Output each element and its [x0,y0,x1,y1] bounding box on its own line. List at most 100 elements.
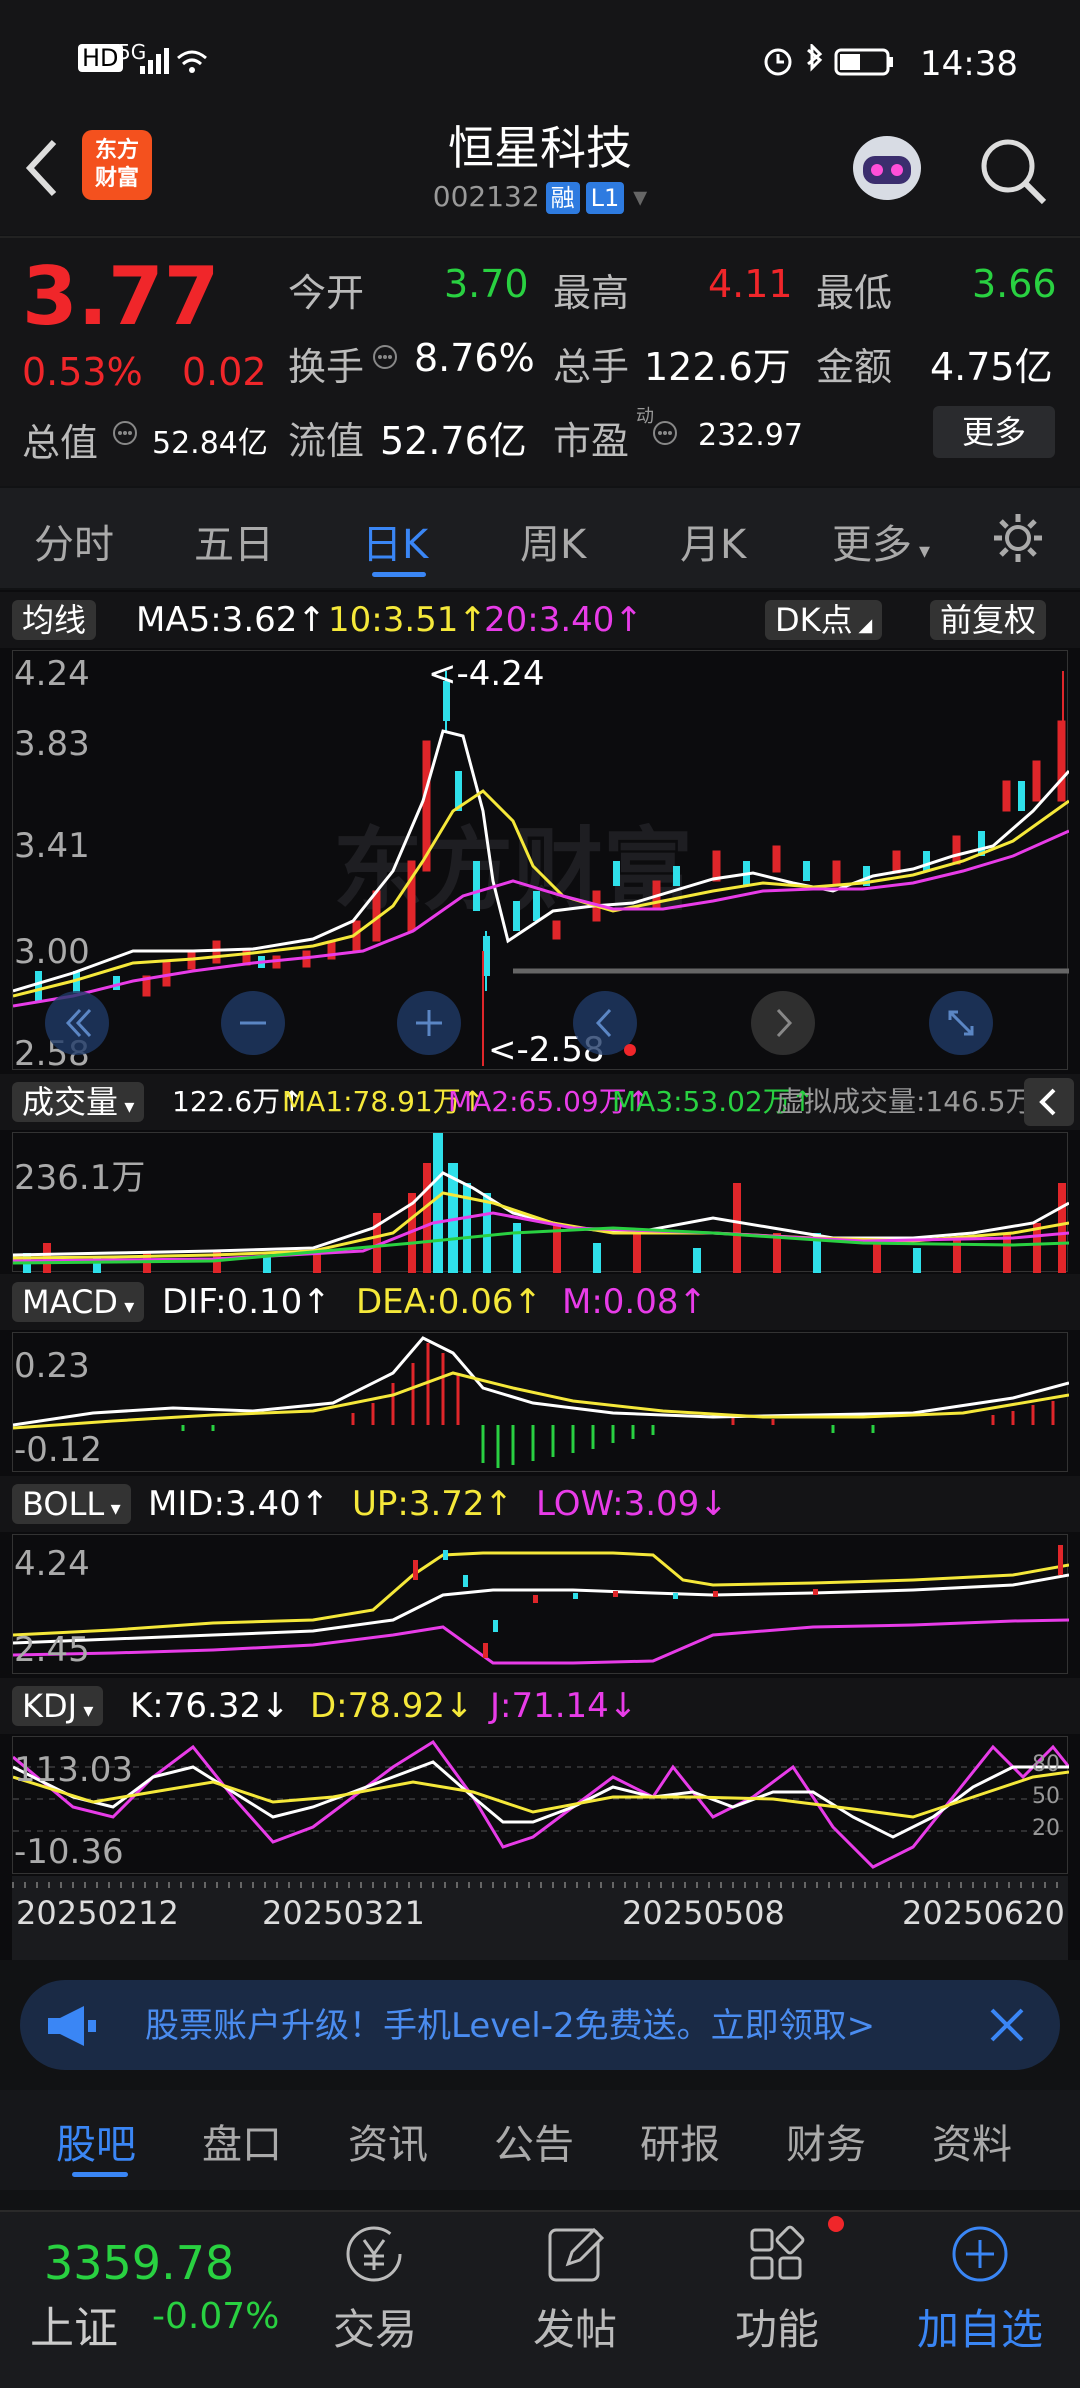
post-button-label[interactable]: 发帖 [500,2296,650,2357]
volume-indicator-button[interactable]: 成交量 ▾ [12,1082,145,1122]
kline-chart: 东方财富 [12,671,1071,1066]
kdj-gridline-80: 80 [1032,1752,1060,1777]
macd-legend-row: MACD ▾ DIF:0.10↑ DEA:0.06↑ M:0.08↑ [0,1274,1080,1330]
kdj-y-max: 113.03 [14,1750,133,1790]
add-watchlist-icon[interactable] [948,2222,1012,2286]
date-label: 20250508 [622,1894,785,1932]
kline-y-3: 3.41 [14,826,90,866]
kdj-indicator-button[interactable]: KDJ ▾ [12,1686,104,1726]
date-label: 20250620 [902,1894,1065,1932]
kdj-k: K:76.32↓ [130,1686,290,1726]
tab-more[interactable]: 更多 ▾ [832,512,930,570]
stock-code: 002132 [432,180,540,213]
amount-label: 金额 [816,345,893,389]
close-icon[interactable] [986,2004,1028,2046]
tab-forum[interactable]: 股吧 [56,2112,136,2170]
tab-order-book[interactable]: 盘口 [202,2112,282,2170]
open-value: 3.70 [444,262,529,306]
volume-legend-row: 成交量 ▾ 122.6万↑ MA1:78.91万↑ MA2:65.09万↑ MA… [0,1074,1080,1130]
scroll-left-icon[interactable] [572,990,638,1056]
promo-banner-text[interactable]: 股票账户升级！手机Level-2免费送。立即领取> [145,1998,875,2047]
boll-mid: MID:3.40↑ [148,1484,330,1524]
index-name[interactable]: 上证 [30,2292,118,2356]
amount-value: 4.75亿 [930,345,1053,389]
macd-chart [12,1336,1070,1468]
info-icon[interactable] [112,420,138,446]
adjust-mode-button[interactable]: 前复权 [930,600,1047,640]
trade-yen-icon[interactable] [342,2222,406,2286]
boll-indicator-button[interactable]: BOLL ▾ [12,1484,131,1524]
macd-indicator-button[interactable]: MACD ▾ [12,1282,145,1322]
macd-dea: DEA:0.06↑ [356,1282,542,1322]
robot-assistant-icon[interactable] [845,128,929,208]
tab-profile[interactable]: 资料 [932,2112,1012,2170]
notification-dot [828,2216,844,2232]
tab-news[interactable]: 资讯 [348,2112,428,2170]
tab-research[interactable]: 研报 [640,2112,720,2170]
kdj-panel [12,1736,1071,1874]
alarm-bluetooth-battery-icon [764,44,893,76]
more-quote-button[interactable]: 更多 [933,406,1055,458]
tab-weekly-k[interactable]: 周K [520,512,586,570]
pe-value: 232.97 [698,418,803,453]
period-tabs: 分时 五日 日K 周K 月K 更多 ▾ [0,488,1080,588]
info-icon[interactable] [652,420,678,446]
tab-financials[interactable]: 财务 [786,2112,866,2170]
fullscreen-icon[interactable] [928,990,994,1056]
functions-grid-icon[interactable] [746,2222,810,2286]
settings-gear-icon[interactable] [990,510,1046,566]
info-icon[interactable] [372,344,398,370]
tab-daily-k[interactable]: 日K [362,512,428,570]
macd-y-max: 0.23 [14,1346,90,1386]
zoom-in-icon[interactable] [396,990,462,1056]
volume-value: 122.6万 [644,345,791,389]
ma20-value: 20:3.40↑ [484,600,643,640]
boll-up: UP:3.72↑ [352,1484,514,1524]
clock: 14:38 [920,44,1018,84]
tab-monthly-k[interactable]: 月K [680,512,746,570]
volume-panel [12,1132,1070,1273]
kdj-gridline-20: 20 [1032,1816,1060,1841]
collapse-left-icon[interactable] [1024,1078,1074,1126]
current-price: 3.77 [22,250,220,343]
trade-button-label[interactable]: 交易 [300,2296,450,2357]
virtual-volume: 虚拟成交量:146.5万 [776,1085,1034,1118]
index-value[interactable]: 3359.78 [44,2236,234,2290]
zoom-out-icon[interactable] [220,990,286,1056]
scroll-right-icon[interactable] [750,990,816,1056]
status-bar: HD 5G 14:38 [0,0,1080,120]
kdj-legend-row: KDJ ▾ K:76.32↓ D:78.92↓ J:71.14↓ [0,1678,1080,1734]
kline-y-max: 4.24 [14,654,90,694]
search-icon[interactable] [978,136,1048,206]
scroll-left-fast-icon[interactable] [44,990,110,1056]
low-value: 3.66 [972,262,1057,306]
index-change[interactable]: -0.07% [152,2296,279,2337]
hd-icon: HD [78,44,123,72]
boll-panel [12,1534,1070,1674]
tab-five-day[interactable]: 五日 [194,512,274,570]
macd-dif: DIF:0.10↑ [162,1282,331,1322]
active-tab-indicator [372,572,426,577]
add-watchlist-label[interactable]: 加自选 [900,2296,1060,2357]
ma-indicator-button[interactable]: 均线 [12,600,97,640]
megaphone-icon [48,2006,96,2046]
boll-y-min: 2.45 [14,1630,90,1670]
kdj-d: D:78.92↓ [310,1686,474,1726]
kdj-gridline-50: 50 [1032,1784,1060,1809]
kline-panel: 东方财富 [12,650,1071,1070]
tab-intraday[interactable]: 分时 [34,512,114,570]
post-edit-icon[interactable] [544,2222,608,2286]
change-amount: 0.02 [182,350,267,394]
functions-button-label[interactable]: 功能 [702,2296,852,2357]
boll-y-max: 4.24 [14,1544,90,1584]
date-label: 20250321 [262,1894,425,1932]
macd-m: M:0.08↑ [562,1282,707,1322]
active-tab-indicator [72,2172,128,2177]
macd-panel [12,1332,1070,1472]
tab-announcements[interactable]: 公告 [494,2112,574,2170]
volume-chart [12,1133,1070,1273]
dk-point-button[interactable]: DK点 ◢ [765,600,883,640]
volume-y-max: 236.1万 [14,1158,146,1198]
kline-y-2: 3.83 [14,724,90,764]
float-label: 流值 [288,419,365,463]
